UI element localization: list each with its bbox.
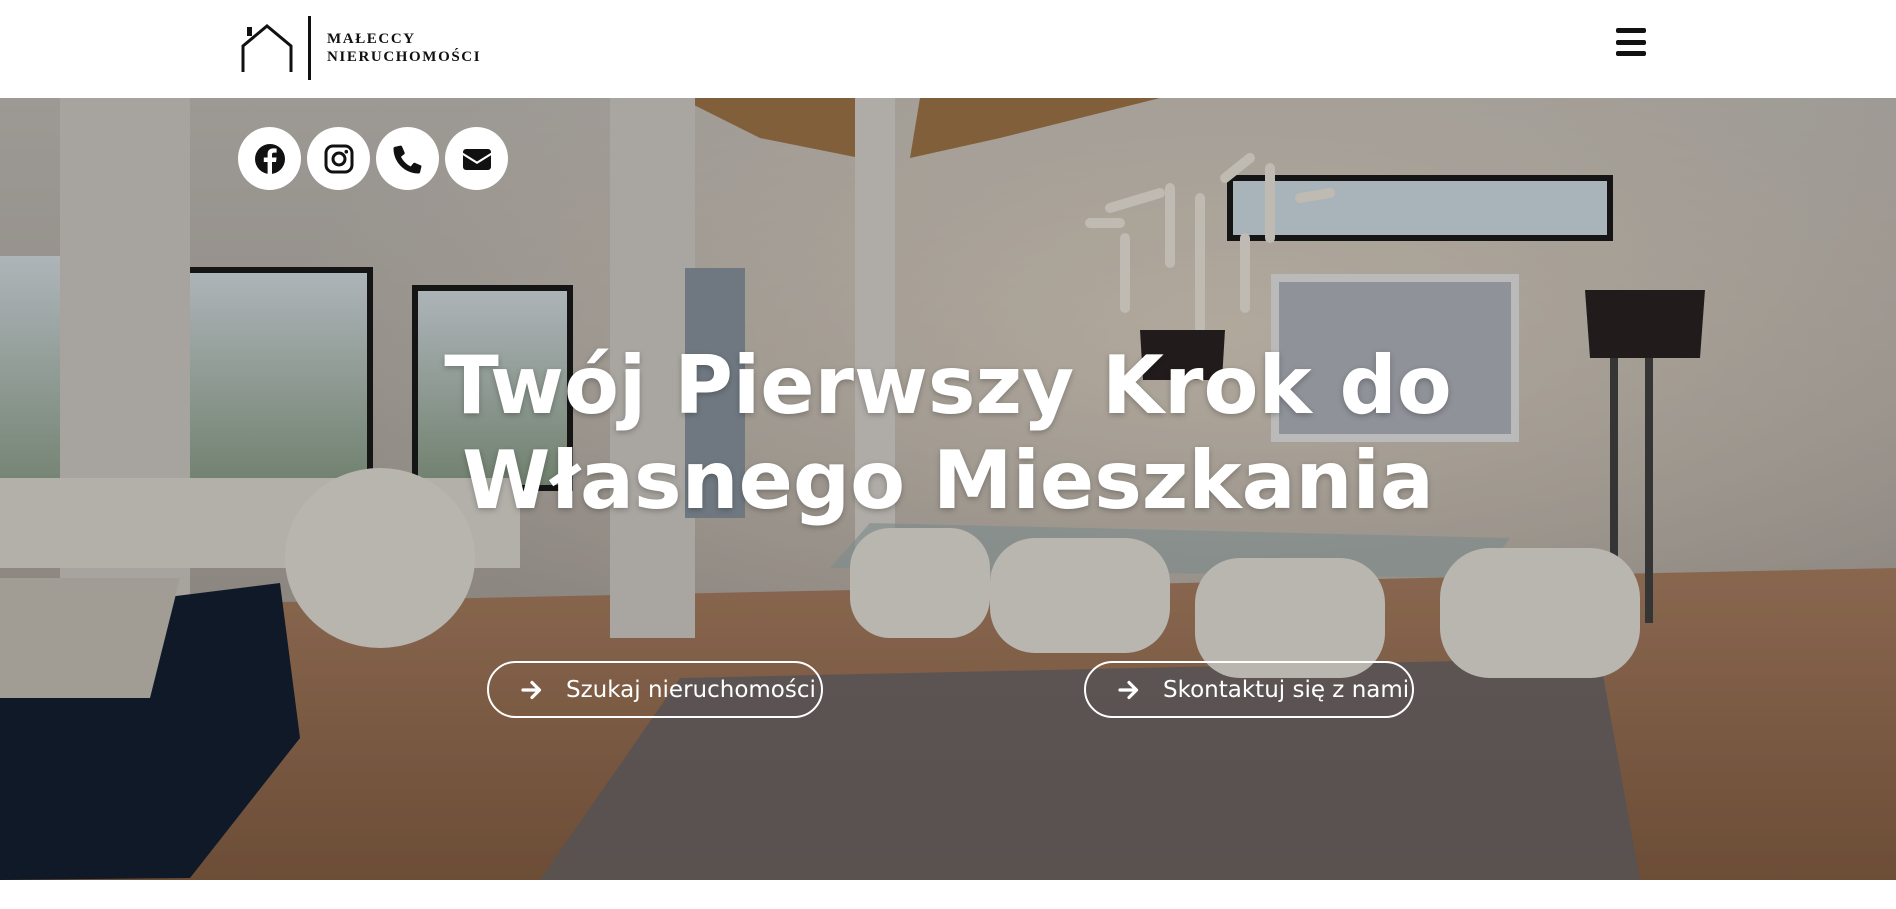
hero-title: Twój Pierwszy Krok do Własnego Mieszkani… bbox=[0, 338, 1896, 528]
instagram-icon bbox=[324, 144, 353, 173]
social-links bbox=[238, 127, 508, 190]
search-properties-button[interactable]: Szukaj nieruchomości bbox=[487, 661, 823, 718]
email-button[interactable] bbox=[445, 127, 508, 190]
facebook-button[interactable] bbox=[238, 127, 301, 190]
hamburger-menu-icon[interactable] bbox=[1616, 28, 1646, 56]
arrow-right-icon bbox=[521, 680, 542, 699]
site-header: MAŁECCY NIERUCHOMOŚCI bbox=[0, 0, 1896, 98]
logo-line-1: MAŁECCY bbox=[327, 31, 416, 47]
search-properties-label: Szukaj nieruchomości bbox=[566, 676, 816, 703]
arrow-right-icon bbox=[1118, 680, 1139, 699]
logo[interactable]: MAŁECCY NIERUCHOMOŚCI bbox=[240, 16, 481, 80]
house-logo-icon bbox=[241, 24, 293, 72]
phone-icon bbox=[393, 145, 421, 173]
hero-title-line-2: Własnego Mieszkania bbox=[462, 434, 1434, 527]
contact-us-button[interactable]: Skontaktuj się z nami bbox=[1084, 661, 1414, 718]
facebook-icon bbox=[254, 143, 285, 174]
phone-button[interactable] bbox=[376, 127, 439, 190]
contact-us-label: Skontaktuj się z nami bbox=[1163, 676, 1410, 703]
logo-text: MAŁECCY NIERUCHOMOŚCI bbox=[327, 30, 481, 66]
logo-divider bbox=[308, 16, 311, 80]
envelope-icon bbox=[462, 148, 491, 170]
logo-line-2: NIERUCHOMOŚCI bbox=[327, 49, 482, 65]
instagram-button[interactable] bbox=[307, 127, 370, 190]
hero: Twój Pierwszy Krok do Własnego Mieszkani… bbox=[0, 98, 1896, 880]
hero-title-line-1: Twój Pierwszy Krok do bbox=[444, 339, 1452, 432]
